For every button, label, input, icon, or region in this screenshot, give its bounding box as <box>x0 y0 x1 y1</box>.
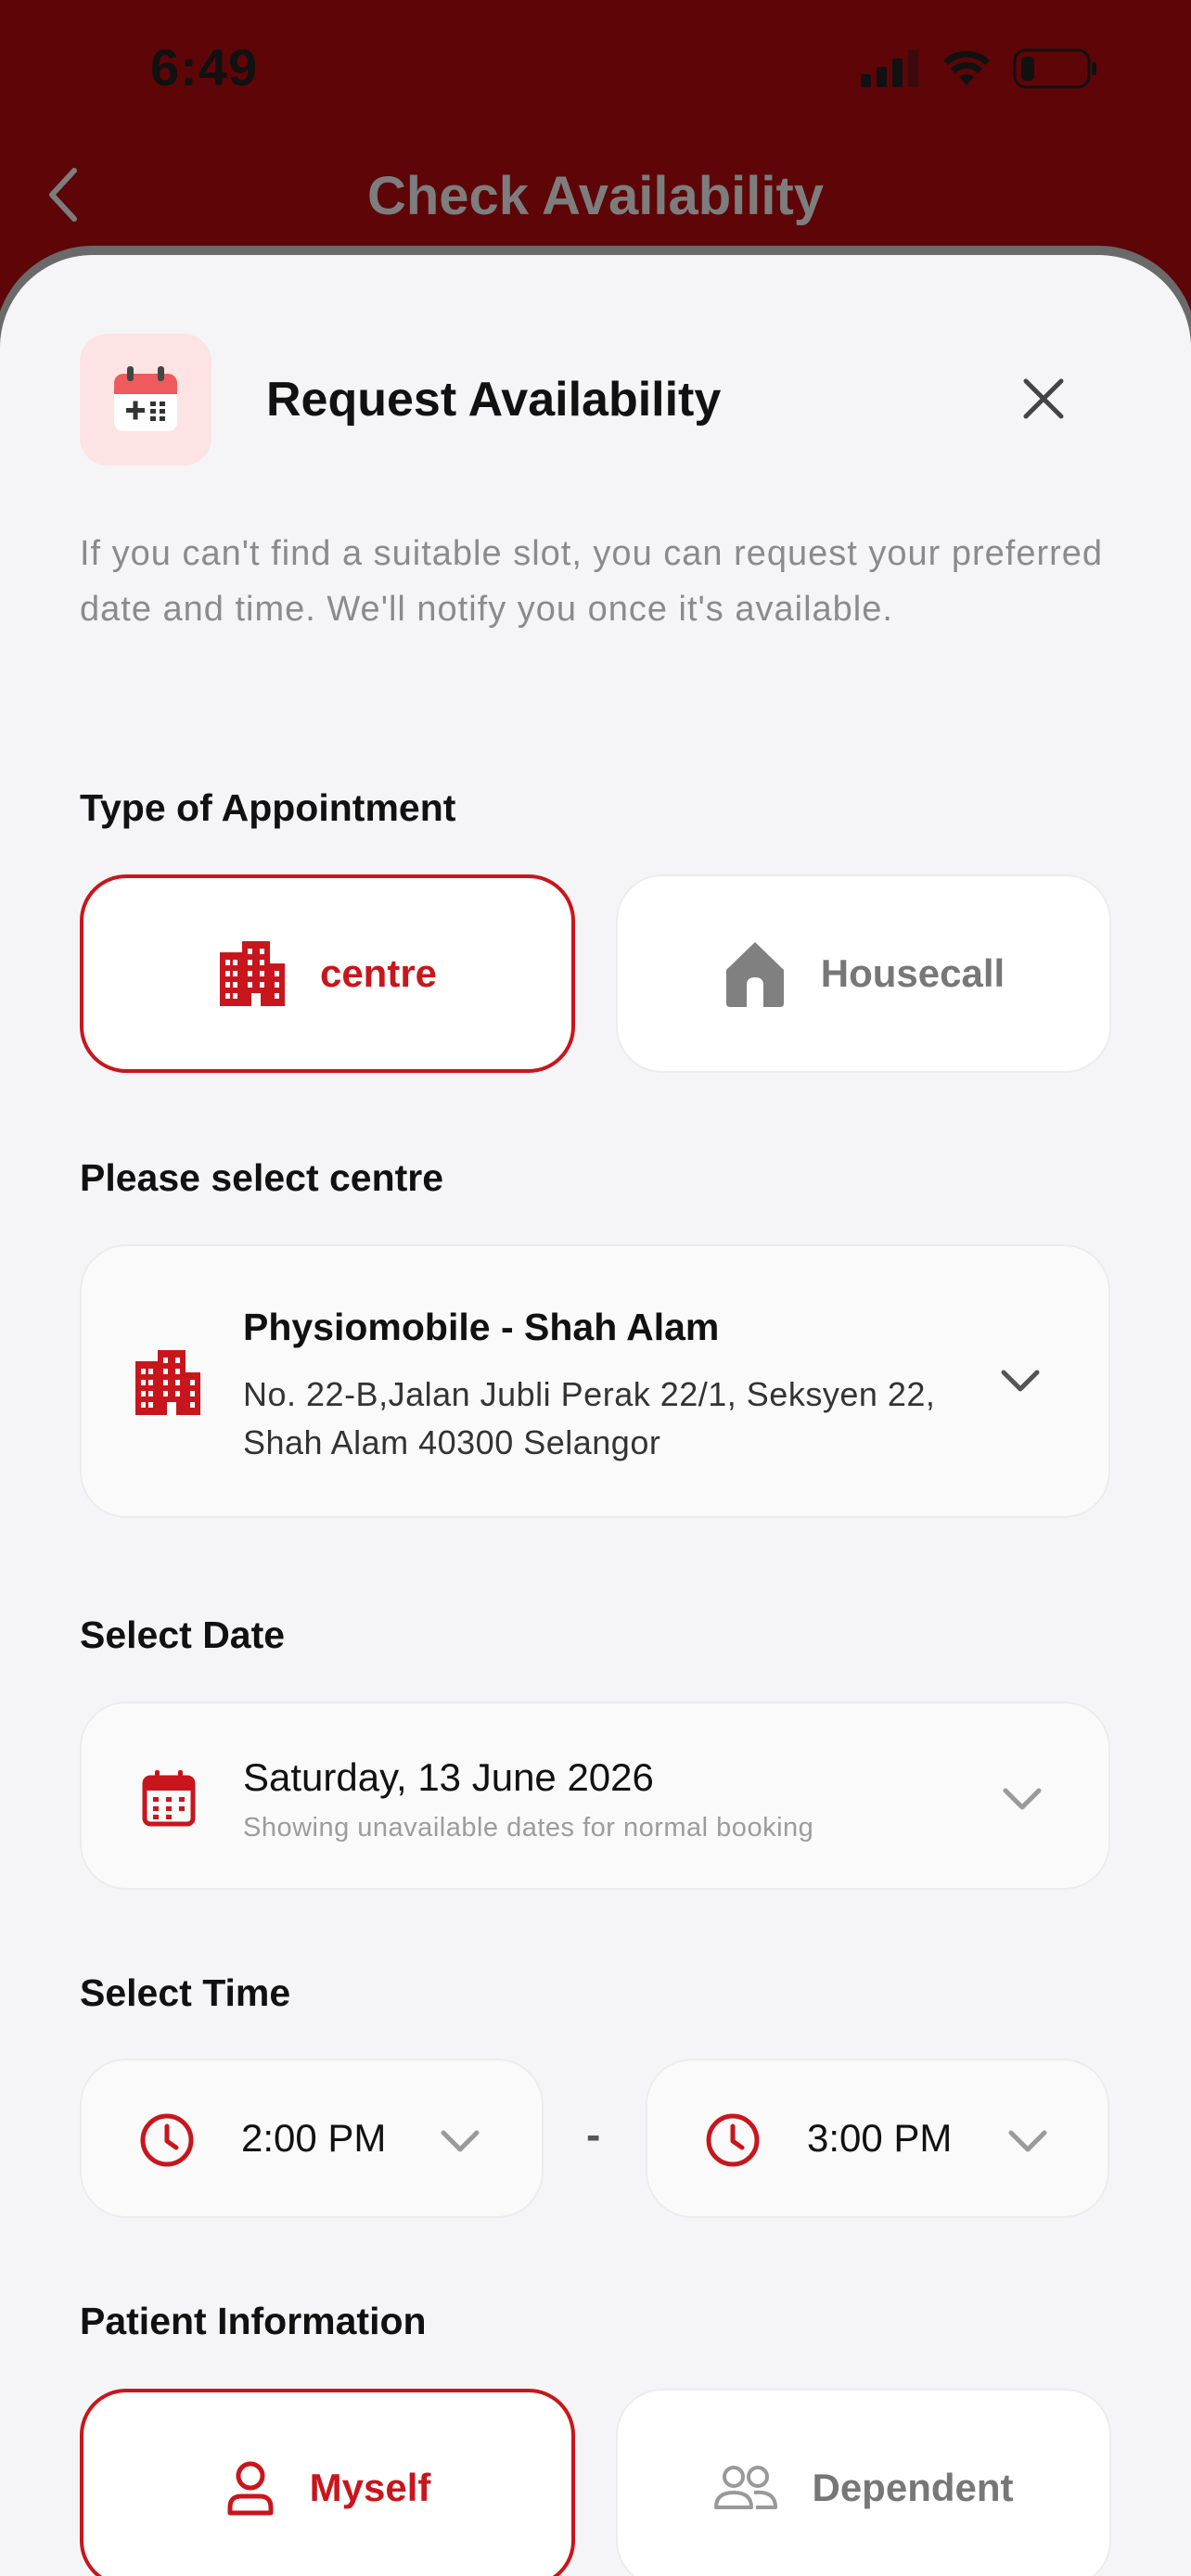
signal-icon <box>861 50 918 87</box>
wifi-icon <box>943 50 990 85</box>
house-icon <box>725 942 784 1007</box>
selected-date: Saturday, 13 June 2026 <box>243 1755 654 1799</box>
patient-dependent-option[interactable]: Dependent <box>616 2389 1111 2576</box>
time-separator: - <box>586 2111 601 2159</box>
patient-myself-label: Myself <box>309 2466 431 2509</box>
sheet-description: If you can't find a suitable slot, you c… <box>80 534 1104 629</box>
date-select-label: Select Date <box>80 1613 286 1656</box>
request-availability-sheet: Request Availability If you can't find a… <box>0 255 1191 2576</box>
calendar-add-icon-container <box>80 334 211 465</box>
status-icons <box>861 48 1098 89</box>
end-time-value: 3:00 PM <box>807 2116 953 2160</box>
people-icon <box>714 2466 778 2509</box>
calendar-add-icon <box>114 366 177 431</box>
appointment-type-centre-option[interactable]: centre <box>80 874 575 1073</box>
appointment-type-label: Type of Appointment <box>80 786 456 829</box>
date-hint: Showing unavailable dates for normal boo… <box>243 1813 814 1843</box>
centre-select-dropdown[interactable]: Physiomobile - Shah Alam No. 22-B,Jalan … <box>80 1244 1110 1518</box>
status-time: 6:49 <box>150 38 259 96</box>
calendar-icon <box>142 1770 196 1827</box>
chevron-down-icon <box>1008 2130 1047 2152</box>
clock-icon <box>140 2113 194 2167</box>
centre-address: No. 22-B,Jalan Jubli Perak 22/1, Seksyen… <box>243 1375 936 1461</box>
chevron-down-icon <box>1003 1788 1042 1810</box>
battery-icon <box>1013 48 1096 89</box>
chevron-down-icon <box>441 2130 480 2152</box>
close-icon <box>1023 378 1064 419</box>
patient-myself-option[interactable]: Myself <box>80 2389 575 2576</box>
time-select-label: Select Time <box>80 1971 291 2014</box>
patient-dependent-label: Dependent <box>812 2466 1014 2509</box>
appointment-type-housecall-option[interactable]: Housecall <box>616 874 1111 1073</box>
page-title: Check Availability <box>366 166 825 226</box>
building-icon <box>219 941 285 1006</box>
navigation-bar: Check Availability <box>0 139 1191 250</box>
building-icon <box>135 1350 200 1415</box>
sheet-title: Request Availability <box>266 373 722 427</box>
patient-info-label: Patient Information <box>80 2300 427 2342</box>
clock-icon <box>706 2113 760 2167</box>
start-time-value: 2:00 PM <box>241 2116 387 2160</box>
date-select-dropdown[interactable]: Saturday, 13 June 2026 Showing unavailab… <box>80 1702 1110 1890</box>
start-time-dropdown[interactable]: 2:00 PM <box>80 2059 544 2218</box>
end-time-dropdown[interactable]: 3:00 PM <box>646 2059 1109 2218</box>
centre-name: Physiomobile - Shah Alam <box>243 1306 720 1348</box>
person-icon <box>227 2461 274 2516</box>
appointment-type-centre-label: centre <box>319 951 438 995</box>
appointment-type-housecall-label: Housecall <box>820 951 1005 995</box>
centre-select-label: Please select centre <box>80 1156 444 1199</box>
close-button[interactable] <box>1011 366 1076 431</box>
status-bar: 6:49 <box>0 0 1191 139</box>
chevron-down-icon <box>1001 1370 1040 1392</box>
